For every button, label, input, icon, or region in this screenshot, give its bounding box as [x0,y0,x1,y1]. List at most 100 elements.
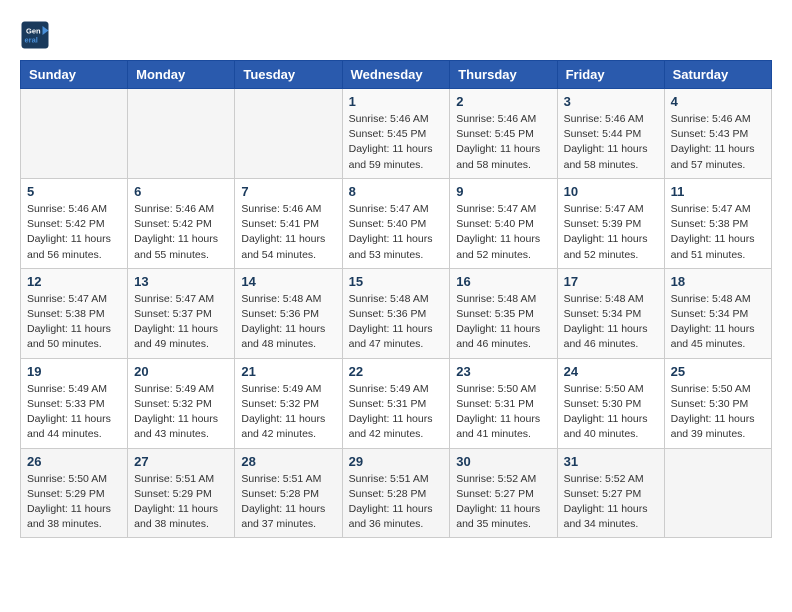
day-info: Sunrise: 5:49 AM Sunset: 5:31 PM Dayligh… [349,382,444,443]
calendar-day-cell [128,89,235,179]
day-info: Sunrise: 5:49 AM Sunset: 5:32 PM Dayligh… [134,382,228,443]
calendar-day-cell: 14 Sunrise: 5:48 AM Sunset: 5:36 PM Dayli… [235,268,342,358]
day-number: 19 [27,364,121,379]
weekday-header: Friday [557,61,664,89]
calendar-day-cell: 9Sunrise: 5:47 AM Sunset: 5:40 PM Daylig… [450,178,557,268]
day-number: 27 [134,454,228,469]
header: Gen eral [20,20,772,50]
calendar-day-cell: 3 Sunrise: 5:46 AM Sunset: 5:44 PM Daylig… [557,89,664,179]
day-number: 4 [671,94,765,109]
day-info: Sunrise: 5:48 AM Sunset: 5:34 PM Dayligh… [564,292,658,353]
day-number: 8 [349,184,444,199]
calendar-day-cell: 5 Sunrise: 5:46 AM Sunset: 5:42 PM Daylig… [21,178,128,268]
weekday-header: Saturday [664,61,771,89]
calendar-day-cell: 21Sunrise: 5:49 AM Sunset: 5:32 PM Dayli… [235,358,342,448]
day-info: Sunrise: 5:48 AM Sunset: 5:35 PM Dayligh… [456,292,550,353]
calendar-day-cell [664,448,771,538]
weekday-header: Wednesday [342,61,450,89]
day-info: Sunrise: 5:46 AM Sunset: 5:45 PM Dayligh… [456,112,550,173]
calendar-day-cell [235,89,342,179]
calendar-day-cell: 19Sunrise: 5:49 AM Sunset: 5:33 PM Dayli… [21,358,128,448]
day-info: Sunrise: 5:50 AM Sunset: 5:29 PM Dayligh… [27,472,121,533]
day-number: 28 [241,454,335,469]
day-number: 10 [564,184,658,199]
calendar-week-row: 19Sunrise: 5:49 AM Sunset: 5:33 PM Dayli… [21,358,772,448]
calendar-header-row: SundayMondayTuesdayWednesdayThursdayFrid… [21,61,772,89]
weekday-header: Sunday [21,61,128,89]
day-number: 12 [27,274,121,289]
day-info: Sunrise: 5:47 AM Sunset: 5:38 PM Dayligh… [27,292,121,353]
day-number: 5 [27,184,121,199]
weekday-header: Tuesday [235,61,342,89]
day-number: 30 [456,454,550,469]
weekday-header: Monday [128,61,235,89]
svg-text:Gen: Gen [26,27,41,36]
logo: Gen eral [20,20,54,50]
day-info: Sunrise: 5:46 AM Sunset: 5:44 PM Dayligh… [564,112,658,173]
calendar-day-cell: 26 Sunrise: 5:50 AM Sunset: 5:29 PM Dayli… [21,448,128,538]
day-info: Sunrise: 5:47 AM Sunset: 5:39 PM Dayligh… [564,202,658,263]
day-info: Sunrise: 5:52 AM Sunset: 5:27 PM Dayligh… [456,472,550,533]
day-number: 7 [241,184,335,199]
day-info: Sunrise: 5:46 AM Sunset: 5:42 PM Dayligh… [27,202,121,263]
calendar-day-cell: 2Sunrise: 5:46 AM Sunset: 5:45 PM Daylig… [450,89,557,179]
calendar-week-row: 1 Sunrise: 5:46 AM Sunset: 5:45 PM Daylig… [21,89,772,179]
day-info: Sunrise: 5:51 AM Sunset: 5:28 PM Dayligh… [241,472,335,533]
calendar-week-row: 12 Sunrise: 5:47 AM Sunset: 5:38 PM Dayli… [21,268,772,358]
calendar-day-cell: 7 Sunrise: 5:46 AM Sunset: 5:41 PM Daylig… [235,178,342,268]
day-number: 26 [27,454,121,469]
calendar-day-cell: 10 Sunrise: 5:47 AM Sunset: 5:39 PM Dayli… [557,178,664,268]
calendar-week-row: 5 Sunrise: 5:46 AM Sunset: 5:42 PM Daylig… [21,178,772,268]
calendar-day-cell: 17 Sunrise: 5:48 AM Sunset: 5:34 PM Dayli… [557,268,664,358]
svg-text:eral: eral [25,36,38,45]
calendar-day-cell: 11 Sunrise: 5:47 AM Sunset: 5:38 PM Dayli… [664,178,771,268]
weekday-header: Thursday [450,61,557,89]
day-number: 18 [671,274,765,289]
calendar-day-cell: 15 Sunrise: 5:48 AM Sunset: 5:36 PM Dayli… [342,268,450,358]
day-number: 15 [349,274,444,289]
day-number: 14 [241,274,335,289]
day-number: 21 [241,364,335,379]
day-number: 22 [349,364,444,379]
calendar-day-cell: 30 Sunrise: 5:52 AM Sunset: 5:27 PM Dayli… [450,448,557,538]
day-info: Sunrise: 5:47 AM Sunset: 5:37 PM Dayligh… [134,292,228,353]
day-number: 17 [564,274,658,289]
day-number: 29 [349,454,444,469]
day-number: 20 [134,364,228,379]
calendar-day-cell: 1 Sunrise: 5:46 AM Sunset: 5:45 PM Daylig… [342,89,450,179]
day-info: Sunrise: 5:47 AM Sunset: 5:38 PM Dayligh… [671,202,765,263]
day-info: Sunrise: 5:46 AM Sunset: 5:41 PM Dayligh… [241,202,335,263]
calendar-day-cell: 13 Sunrise: 5:47 AM Sunset: 5:37 PM Dayli… [128,268,235,358]
day-info: Sunrise: 5:51 AM Sunset: 5:29 PM Dayligh… [134,472,228,533]
calendar-day-cell: 20 Sunrise: 5:49 AM Sunset: 5:32 PM Dayli… [128,358,235,448]
day-info: Sunrise: 5:46 AM Sunset: 5:43 PM Dayligh… [671,112,765,173]
day-number: 3 [564,94,658,109]
calendar-day-cell: 6 Sunrise: 5:46 AM Sunset: 5:42 PM Daylig… [128,178,235,268]
day-info: Sunrise: 5:50 AM Sunset: 5:31 PM Dayligh… [456,382,550,443]
day-info: Sunrise: 5:48 AM Sunset: 5:36 PM Dayligh… [349,292,444,353]
day-info: Sunrise: 5:52 AM Sunset: 5:27 PM Dayligh… [564,472,658,533]
calendar-day-cell: 22 Sunrise: 5:49 AM Sunset: 5:31 PM Dayli… [342,358,450,448]
day-info: Sunrise: 5:48 AM Sunset: 5:36 PM Dayligh… [241,292,335,353]
calendar-day-cell: 29 Sunrise: 5:51 AM Sunset: 5:28 PM Dayli… [342,448,450,538]
day-number: 13 [134,274,228,289]
day-info: Sunrise: 5:51 AM Sunset: 5:28 PM Dayligh… [349,472,444,533]
day-info: Sunrise: 5:46 AM Sunset: 5:45 PM Dayligh… [349,112,444,173]
calendar-day-cell: 8Sunrise: 5:47 AM Sunset: 5:40 PM Daylig… [342,178,450,268]
logo-icon: Gen eral [20,20,50,50]
calendar-day-cell: 28 Sunrise: 5:51 AM Sunset: 5:28 PM Dayli… [235,448,342,538]
day-number: 6 [134,184,228,199]
day-info: Sunrise: 5:50 AM Sunset: 5:30 PM Dayligh… [564,382,658,443]
day-number: 23 [456,364,550,379]
day-info: Sunrise: 5:47 AM Sunset: 5:40 PM Dayligh… [456,202,550,263]
calendar-week-row: 26 Sunrise: 5:50 AM Sunset: 5:29 PM Dayli… [21,448,772,538]
day-info: Sunrise: 5:48 AM Sunset: 5:34 PM Dayligh… [671,292,765,353]
day-number: 1 [349,94,444,109]
calendar-day-cell: 31Sunrise: 5:52 AM Sunset: 5:27 PM Dayli… [557,448,664,538]
calendar-day-cell: 12 Sunrise: 5:47 AM Sunset: 5:38 PM Dayli… [21,268,128,358]
day-number: 11 [671,184,765,199]
calendar-day-cell: 24Sunrise: 5:50 AM Sunset: 5:30 PM Dayli… [557,358,664,448]
day-info: Sunrise: 5:46 AM Sunset: 5:42 PM Dayligh… [134,202,228,263]
calendar-day-cell: 23 Sunrise: 5:50 AM Sunset: 5:31 PM Dayli… [450,358,557,448]
calendar: SundayMondayTuesdayWednesdayThursdayFrid… [20,60,772,538]
